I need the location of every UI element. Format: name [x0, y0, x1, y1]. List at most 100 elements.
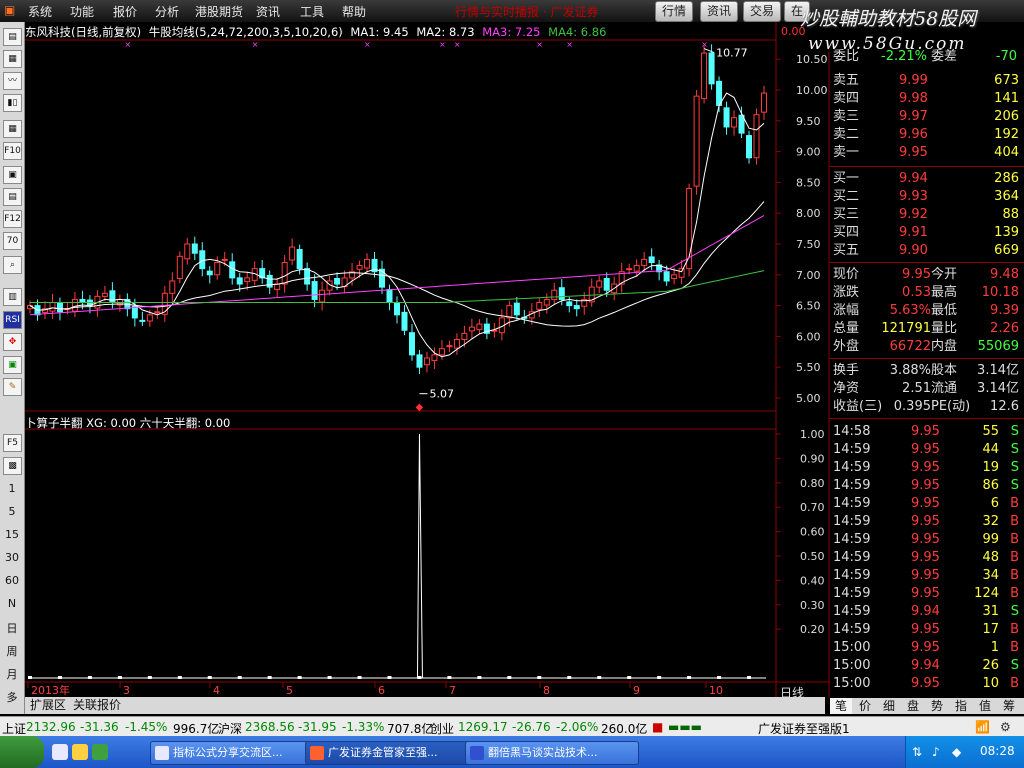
- event-marker[interactable]: ×: [701, 40, 708, 49]
- tick-row[interactable]: 14:59 9.95 6 B: [833, 495, 1023, 513]
- tick-row[interactable]: 14:59 9.94 31 S: [833, 603, 1023, 621]
- sh-value[interactable]: 2132.96: [26, 720, 76, 734]
- level-volume: 673: [994, 73, 1019, 88]
- bid-level-row[interactable]: 买四 9.91 139: [833, 224, 1023, 242]
- candle-body: [461, 332, 468, 340]
- panel-tab[interactable]: 盘: [902, 698, 924, 714]
- tab-extension-area[interactable]: 扩展区: [27, 697, 69, 713]
- alert-icon[interactable]: ■: [652, 720, 663, 734]
- cy-value[interactable]: 1269.17: [458, 720, 508, 734]
- taskbar-window-broker[interactable]: 广发证券金管家至强...: [305, 741, 479, 765]
- event-marker[interactable]: ×: [566, 40, 573, 49]
- level-label: 买四: [833, 225, 860, 240]
- indicator-name[interactable]: 牛股均线(5,24,72,200,3,5,10,20,6): [149, 25, 343, 39]
- ask-level-row[interactable]: 卖二 9.96 192: [833, 126, 1023, 144]
- quote-stat-row[interactable]: 收益(三) 0.395 PE(动) 12.6: [833, 398, 1023, 416]
- tick-time: 14:59: [833, 622, 871, 637]
- sz-value[interactable]: 2368.56: [245, 720, 295, 734]
- month-label: 7: [449, 684, 456, 697]
- panel-tab[interactable]: 细: [878, 698, 900, 714]
- tray-volume-icon[interactable]: ♪: [932, 745, 940, 759]
- tick-row[interactable]: 14:59 9.95 44 S: [833, 441, 1023, 459]
- tick-row[interactable]: 14:59 9.95 17 B: [833, 621, 1023, 639]
- event-marker[interactable]: ×: [439, 40, 446, 49]
- panel-tab[interactable]: 势: [926, 698, 948, 714]
- level-price: 9.98: [899, 91, 928, 106]
- start-button[interactable]: [0, 736, 44, 768]
- signal-marker: ◆: [415, 402, 423, 413]
- taskbar-window-forum[interactable]: 指标公式分享交流区...: [150, 741, 319, 765]
- quote-stat-row[interactable]: 现价 9.95 今开 9.48: [833, 266, 1023, 284]
- quicklaunch-app-icon[interactable]: [92, 744, 108, 760]
- ask-level-row[interactable]: 卖五 9.99 673: [833, 72, 1023, 90]
- quicklaunch-ie-icon[interactable]: [52, 744, 68, 760]
- tick-row[interactable]: 14:59 9.95 86 S: [833, 477, 1023, 495]
- order-ratio-row[interactable]: 委比 -2.21% 委差 -70: [833, 48, 1023, 66]
- quote-stat-row[interactable]: 总量 121791 量比 2.26: [833, 320, 1023, 338]
- tab-related-quote[interactable]: 关联报价: [70, 697, 124, 713]
- tick-row[interactable]: 15:00 9.95 1 B: [833, 639, 1023, 657]
- clock[interactable]: 08:28: [980, 744, 1015, 758]
- tick-row[interactable]: 15:00 9.95 10 B: [833, 675, 1023, 693]
- quote-stat-row[interactable]: 换手 3.88% 股本 3.14亿: [833, 362, 1023, 380]
- bid-level-row[interactable]: 买一 9.94 286: [833, 170, 1023, 188]
- event-marker[interactable]: ×: [536, 40, 543, 49]
- tick-row[interactable]: 15:00 9.94 26 S: [833, 657, 1023, 675]
- tray-shield-icon[interactable]: ◆: [952, 745, 961, 759]
- stat-label: 总量: [833, 321, 860, 336]
- panel-tab[interactable]: 指: [950, 698, 972, 714]
- tick-volume: 31: [982, 604, 999, 619]
- settings-icon[interactable]: ⚙: [1000, 720, 1011, 734]
- panel-tab[interactable]: 筹: [998, 698, 1020, 714]
- tick-time: 14:59: [833, 532, 871, 547]
- tick-direction: S: [1010, 460, 1019, 475]
- tick-row[interactable]: 14:59 9.95 34 B: [833, 567, 1023, 585]
- event-marker[interactable]: ×: [454, 40, 461, 49]
- candle-body: [536, 302, 543, 310]
- stat-value: 10.18: [981, 285, 1019, 300]
- tick-row[interactable]: 14:59 9.95 48 B: [833, 549, 1023, 567]
- xg-dot: [567, 676, 572, 679]
- xg-dot: [657, 676, 662, 679]
- tick-direction: S: [1010, 478, 1019, 493]
- tick-price: 9.95: [911, 424, 940, 439]
- tick-row[interactable]: 14:59 9.95 124 B: [833, 585, 1023, 603]
- tick-row[interactable]: 14:59 9.95 32 B: [833, 513, 1023, 531]
- taskbar-window-doc[interactable]: 翻倍黑马谈实战技术...: [465, 741, 639, 765]
- event-marker[interactable]: ×: [364, 40, 371, 49]
- tick-time: 14:59: [833, 586, 871, 601]
- quote-stat-row[interactable]: 涨幅 5.63% 最低 9.39: [833, 302, 1023, 320]
- panel-tab[interactable]: 价: [854, 698, 876, 714]
- ask-level-row[interactable]: 卖三 9.97 206: [833, 108, 1023, 126]
- ind-axis-label: 0.60: [800, 526, 825, 539]
- tick-row[interactable]: 14:58 9.95 55 S: [833, 423, 1023, 441]
- sh-change: -31.36: [80, 720, 119, 734]
- bid-level-row[interactable]: 买五 9.90 669: [833, 242, 1023, 260]
- ask-level-row[interactable]: 卖一 9.95 404: [833, 144, 1023, 162]
- bid-level-row[interactable]: 买二 9.93 364: [833, 188, 1023, 206]
- panel-tab[interactable]: 笔: [830, 698, 852, 714]
- tick-row[interactable]: 14:59 9.95 19 S: [833, 459, 1023, 477]
- xg-spike: [416, 433, 423, 679]
- broker-name: 广发证券至强版1: [758, 722, 850, 736]
- quote-stat-row[interactable]: 涨跌 0.53 最高 10.18: [833, 284, 1023, 302]
- quote-stat-row[interactable]: 净资 2.51 流通 3.14亿: [833, 380, 1023, 398]
- event-marker[interactable]: ×: [252, 40, 259, 49]
- quote-stat-row[interactable]: 外盘 66722 内盘 55069: [833, 338, 1023, 356]
- stat-value: 3.14亿: [977, 363, 1019, 378]
- tick-row[interactable]: 14:59 9.95 99 B: [833, 531, 1023, 549]
- stat-label: 净资: [833, 381, 860, 396]
- xg-dot: [117, 676, 122, 679]
- stat-label: 外盘: [833, 339, 860, 354]
- tick-time: 14:59: [833, 442, 871, 457]
- candle-body: [476, 323, 483, 331]
- event-marker[interactable]: ×: [124, 40, 131, 49]
- candle-body: [438, 348, 445, 356]
- corner-value: 0.00: [781, 25, 806, 38]
- bid-level-row[interactable]: 买三 9.92 88: [833, 206, 1023, 224]
- ask-level-row[interactable]: 卖四 9.98 141: [833, 90, 1023, 108]
- panel-tab[interactable]: 值: [974, 698, 996, 714]
- tray-network-icon[interactable]: ⇅: [912, 745, 922, 759]
- quicklaunch-folder-icon[interactable]: [72, 744, 88, 760]
- xg-dot: [357, 676, 362, 679]
